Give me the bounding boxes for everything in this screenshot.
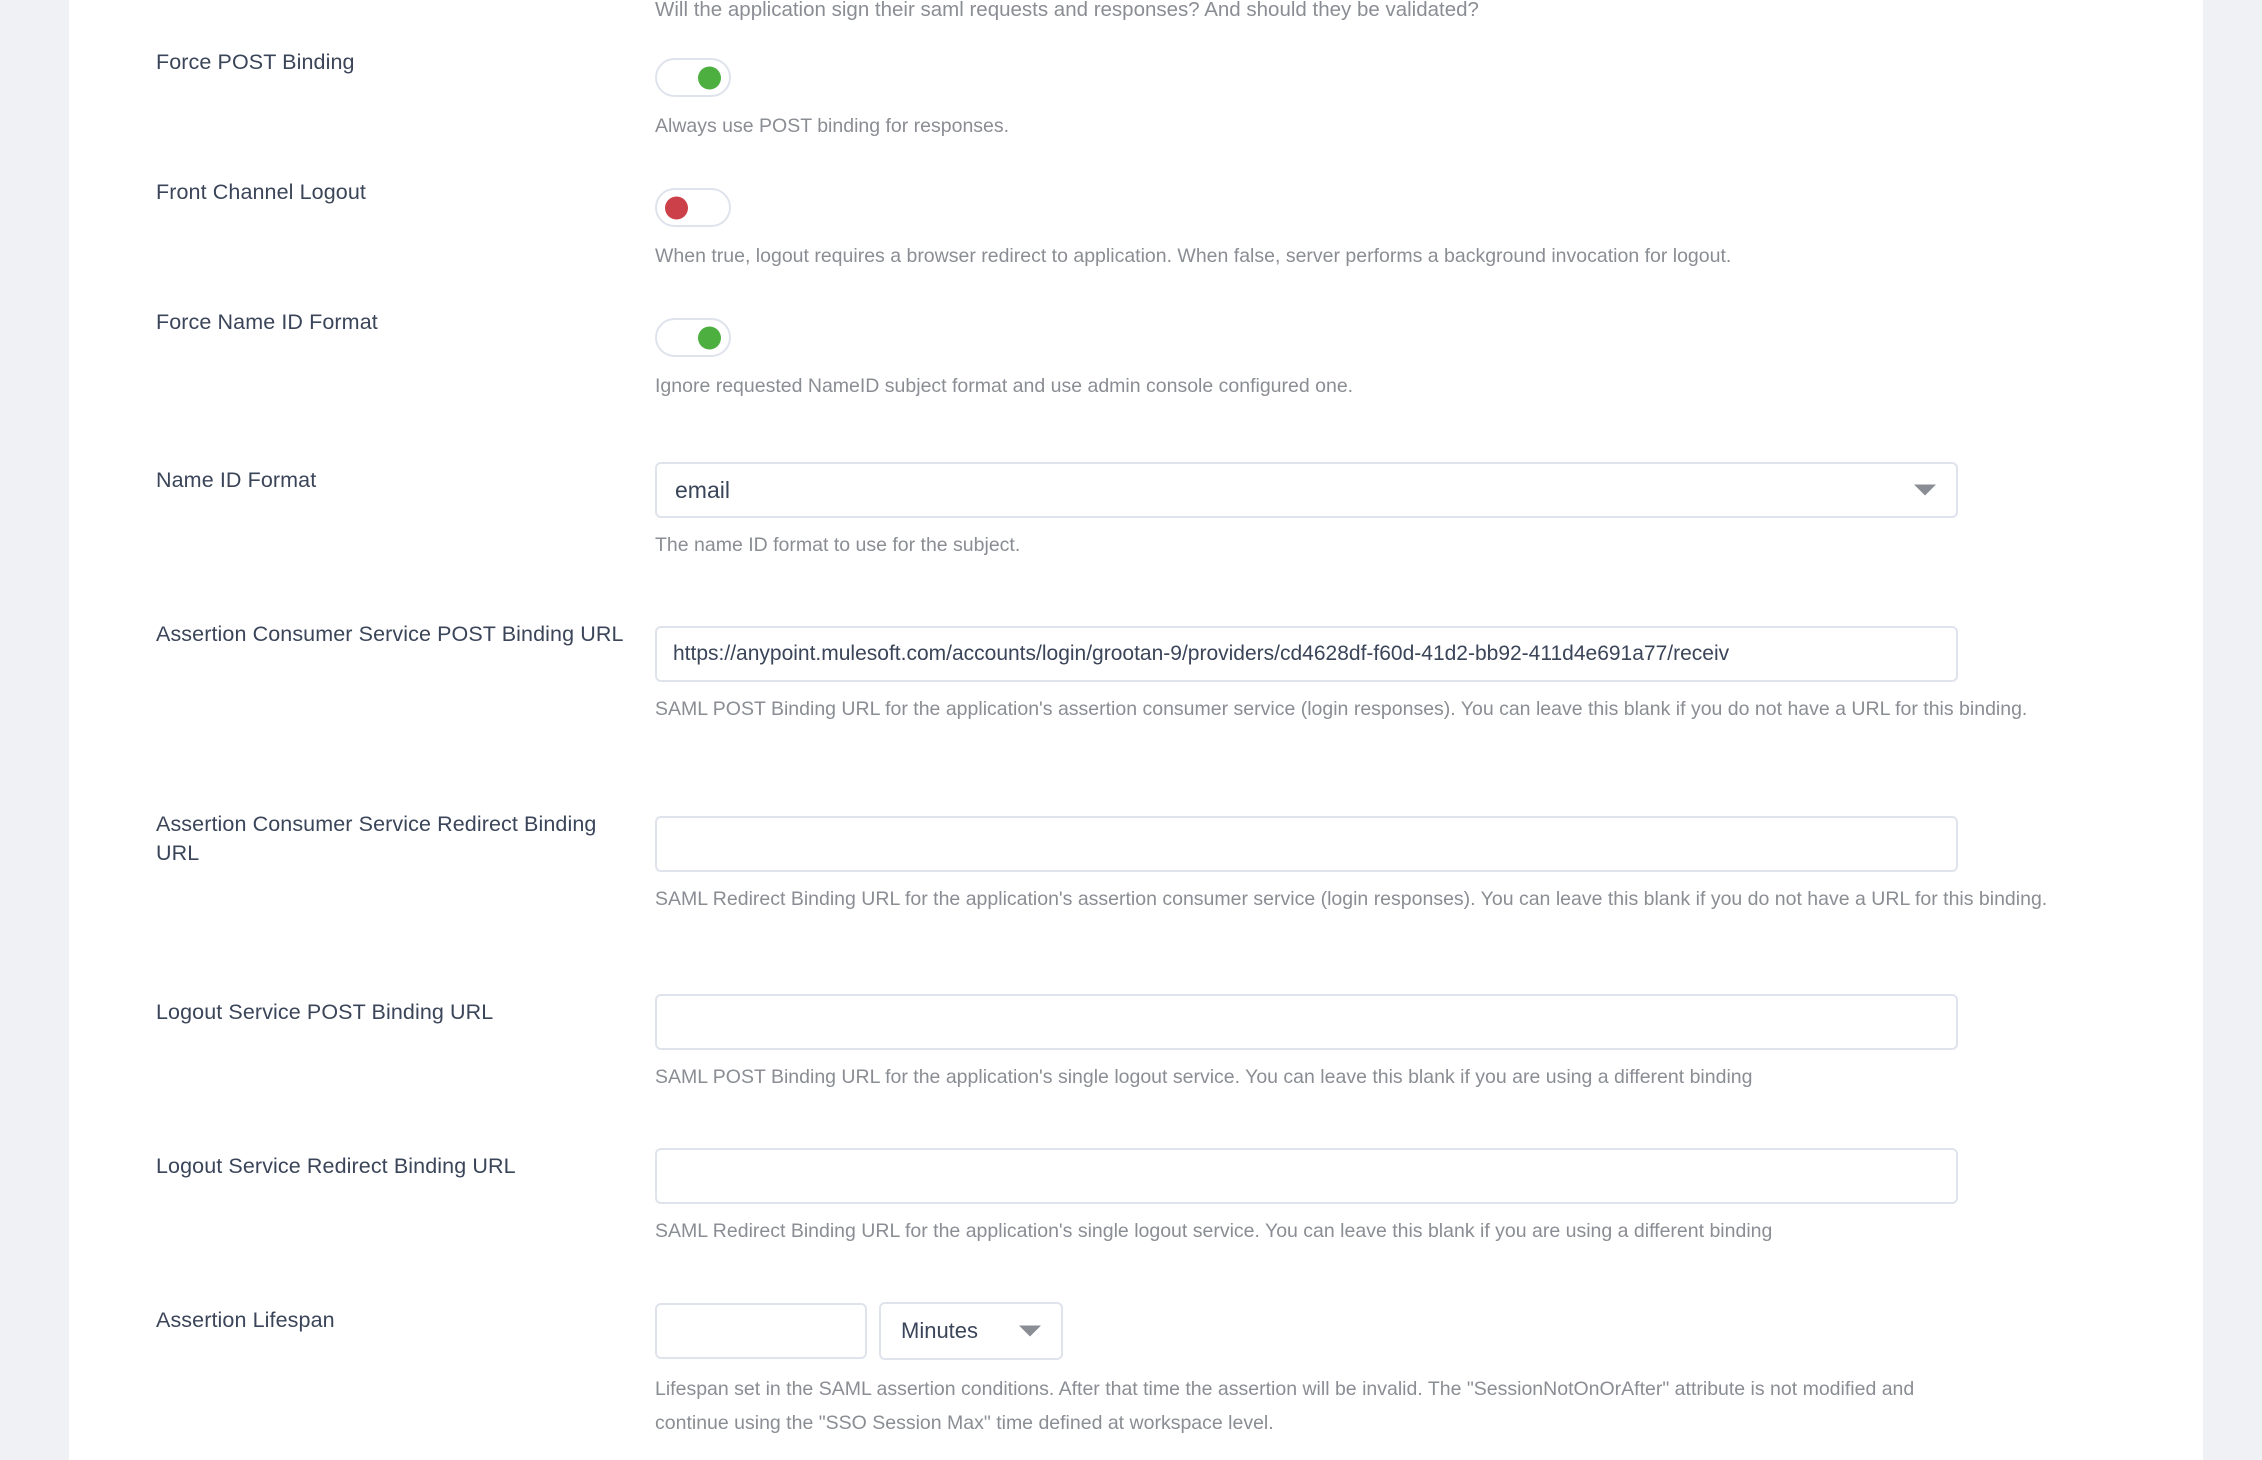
label-name-id-format: Name ID Format xyxy=(156,468,317,492)
field-force-post-binding: Always use POST binding for responses. xyxy=(655,58,1009,143)
field-logout-post-binding-url: SAML POST Binding URL for the applicatio… xyxy=(655,994,1958,1094)
help-logout-post-binding-url: SAML POST Binding URL for the applicatio… xyxy=(655,1066,1753,1088)
label-front-channel-logout: Front Channel Logout xyxy=(156,180,366,204)
acs-redirect-binding-url-input[interactable] xyxy=(655,816,1958,872)
label-acs-redirect-binding-url: Assertion Consumer Service Redirect Bind… xyxy=(156,812,597,865)
toggle-knob-icon xyxy=(698,326,721,349)
field-acs-post-binding-url: SAML POST Binding URL for the applicatio… xyxy=(655,626,2027,726)
right-gutter xyxy=(2203,0,2262,1460)
toggle-force-post-binding[interactable] xyxy=(655,58,731,97)
field-acs-redirect-binding-url: SAML Redirect Binding URL for the applic… xyxy=(655,816,2047,916)
help-name-id-format: The name ID format to use for the subjec… xyxy=(655,534,1021,556)
assertion-lifespan-unit-value: Minutes xyxy=(901,1318,979,1343)
label-logout-redirect-binding-url: Logout Service Redirect Binding URL xyxy=(156,1154,516,1178)
help-force-post-binding: Always use POST binding for responses. xyxy=(655,115,1010,137)
assertion-lifespan-group: Minutes xyxy=(655,1302,1915,1360)
logout-post-binding-url-input[interactable] xyxy=(655,994,1958,1050)
label-force-post-binding: Force POST Binding xyxy=(156,50,355,74)
field-logout-redirect-binding-url: SAML Redirect Binding URL for the applic… xyxy=(655,1148,1958,1248)
acs-post-binding-url-input[interactable] xyxy=(655,626,1958,682)
field-name-id-format: email The name ID format to use for the … xyxy=(655,462,1958,562)
toggle-knob-icon xyxy=(665,196,688,219)
toggle-front-channel-logout[interactable] xyxy=(655,188,731,227)
chevron-down-icon[interactable] xyxy=(1914,484,1936,496)
form-content-area: Will the application sign their saml req… xyxy=(69,0,2203,1460)
help-logout-redirect-binding-url: SAML Redirect Binding URL for the applic… xyxy=(655,1220,1773,1242)
toggle-knob-icon xyxy=(698,66,721,89)
name-id-format-selected-value: email xyxy=(675,476,730,503)
assertion-lifespan-input[interactable] xyxy=(655,1303,867,1359)
help-acs-redirect-binding-url: SAML Redirect Binding URL for the applic… xyxy=(655,888,2048,910)
label-acs-post-binding-url: Assertion Consumer Service POST Binding … xyxy=(156,622,624,646)
label-force-name-id-format: Force Name ID Format xyxy=(156,310,378,334)
label-assertion-lifespan: Assertion Lifespan xyxy=(156,1308,335,1332)
field-assertion-lifespan: Minutes Lifespan set in the SAML asserti… xyxy=(655,1302,1915,1440)
help-acs-post-binding-url: SAML POST Binding URL for the applicatio… xyxy=(655,698,2028,720)
toggle-force-name-id-format[interactable] xyxy=(655,318,731,357)
chevron-down-icon[interactable] xyxy=(1019,1325,1041,1337)
field-force-name-id-format: Ignore requested NameID subject format a… xyxy=(655,318,1353,403)
name-id-format-select-wrap: email xyxy=(655,462,1958,518)
settings-page: Will the application sign their saml req… xyxy=(0,0,2262,1460)
logout-redirect-binding-url-input[interactable] xyxy=(655,1148,1958,1204)
help-assertion-lifespan: Lifespan set in the SAML assertion condi… xyxy=(655,1378,1915,1434)
help-front-channel-logout: When true, logout requires a browser red… xyxy=(655,245,1732,267)
label-logout-post-binding-url: Logout Service POST Binding URL xyxy=(156,1000,494,1024)
signature-intro-note: Will the application sign their saml req… xyxy=(655,0,1479,21)
field-front-channel-logout: When true, logout requires a browser red… xyxy=(655,188,1731,273)
name-id-format-select[interactable]: email xyxy=(655,462,1958,518)
assertion-lifespan-unit-select[interactable]: Minutes xyxy=(879,1302,1063,1360)
left-gutter xyxy=(0,0,69,1460)
help-force-name-id-format: Ignore requested NameID subject format a… xyxy=(655,375,1354,397)
